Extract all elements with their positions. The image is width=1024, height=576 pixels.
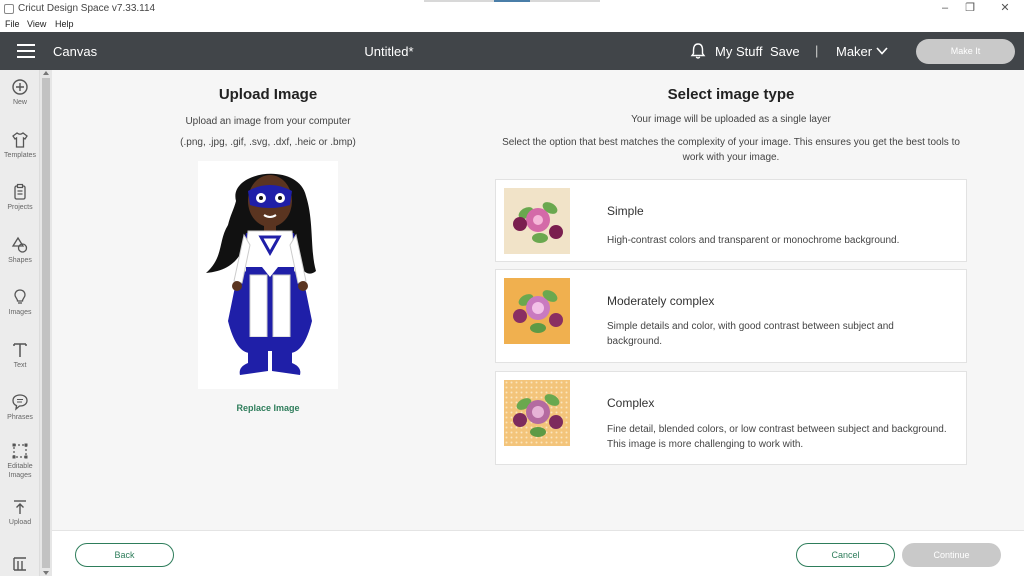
cancel-button[interactable]: Cancel bbox=[796, 543, 895, 567]
editable-images-icon bbox=[12, 443, 28, 459]
close-window-button[interactable]: ✕ bbox=[990, 1, 1020, 17]
option-simple-description: High-contrast colors and transparent or … bbox=[607, 235, 900, 246]
upload-formats: (.png, .jpg, .gif, .svg, .dxf, .heic or … bbox=[180, 137, 356, 148]
image-type-instructions: Select the option that best matches the … bbox=[502, 137, 960, 163]
sidebar-item-label: Shapes bbox=[8, 257, 32, 264]
menu-file[interactable]: File bbox=[5, 19, 20, 29]
text-icon bbox=[13, 343, 27, 357]
sidebar-item-upload[interactable]: Upload bbox=[0, 498, 40, 527]
single-layer-note: Your image will be uploaded as a single … bbox=[631, 114, 831, 125]
menu-view[interactable]: View bbox=[27, 19, 46, 29]
sidebar-item-templates[interactable]: Templates bbox=[0, 131, 40, 160]
option-moderately-complex-title: Moderately complex bbox=[607, 294, 715, 308]
sidebar-item-label: Phrases bbox=[7, 414, 33, 421]
make-it-button[interactable]: Make It bbox=[916, 39, 1015, 64]
clipboard-icon bbox=[14, 183, 26, 200]
my-stuff-link[interactable]: My Stuff bbox=[715, 44, 762, 59]
replace-image-link[interactable]: Replace Image bbox=[52, 403, 484, 413]
option-complex-description: Fine detail, blended colors, or low cont… bbox=[607, 424, 947, 450]
shapes-icon bbox=[11, 236, 28, 253]
upload-image-title: Upload Image bbox=[218, 86, 318, 103]
restore-button[interactable]: ❐ bbox=[955, 1, 985, 17]
sidebar-item-label: Projects bbox=[7, 204, 33, 211]
sidebar-item-new[interactable]: New bbox=[0, 78, 40, 107]
shirt-icon bbox=[12, 132, 28, 148]
scroll-down-icon[interactable] bbox=[43, 571, 49, 575]
select-image-type-title: Select image type bbox=[667, 86, 795, 103]
menu-bar: File View Help bbox=[0, 18, 1024, 32]
back-button[interactable]: Back bbox=[75, 543, 174, 567]
simple-flower-thumbnail bbox=[504, 188, 570, 254]
sidebar-item-phrases[interactable]: Phrases bbox=[0, 393, 40, 422]
upload-icon bbox=[14, 500, 26, 514]
sidebar-item-label: Upload bbox=[8, 519, 32, 526]
speech-bubble-icon bbox=[12, 394, 28, 411]
upload-description: Upload an image from your computer bbox=[185, 116, 351, 127]
option-moderately-complex-description: Simple details and color, with good cont… bbox=[607, 321, 894, 347]
sidebar-item-label: Text bbox=[13, 362, 27, 369]
superhero-girl-image bbox=[206, 173, 316, 375]
window-title: Cricut Design Space v7.33.114 bbox=[18, 3, 156, 14]
complex-flower-thumbnail bbox=[504, 380, 570, 446]
window-tab-strip bbox=[424, 0, 600, 2]
sidebar-scrollbar[interactable] bbox=[40, 70, 52, 576]
header-separator: | bbox=[815, 43, 819, 58]
bell-icon[interactable] bbox=[689, 42, 707, 60]
scrollbar-thumb[interactable] bbox=[42, 78, 50, 568]
lightbulb-icon bbox=[14, 289, 26, 304]
chevron-down-icon[interactable] bbox=[876, 46, 888, 56]
layers-icon[interactable] bbox=[11, 554, 29, 572]
option-simple-card[interactable]: Simple High-contrast colors and transpar… bbox=[495, 179, 967, 262]
scroll-up-icon[interactable] bbox=[43, 71, 49, 75]
sidebar-item-label: New bbox=[12, 99, 27, 106]
option-simple-title: Simple bbox=[607, 204, 644, 218]
sidebar-item-text[interactable]: Text bbox=[0, 341, 40, 370]
menu-help[interactable]: Help bbox=[55, 19, 74, 29]
uploaded-image-preview bbox=[198, 161, 338, 389]
save-button[interactable]: Save bbox=[770, 44, 800, 59]
plus-circle-icon bbox=[12, 79, 28, 95]
continue-button[interactable]: Continue bbox=[902, 543, 1001, 567]
option-complex-title: Complex bbox=[607, 396, 655, 410]
document-title: Untitled* bbox=[364, 44, 414, 59]
window-title-bar: Cricut Design Space v7.33.114 – ❐ ✕ bbox=[0, 0, 1024, 18]
left-toolbar: New Templates Projects Shapes Images Tex… bbox=[0, 70, 40, 576]
machine-selector[interactable]: Maker bbox=[836, 44, 872, 59]
dialog-footer: Back Cancel Continue bbox=[52, 530, 1024, 576]
sidebar-item-projects[interactable]: Projects bbox=[0, 183, 40, 212]
app-header: Canvas Untitled* My Stuff Save | Maker M… bbox=[0, 32, 1024, 70]
sidebar-item-images[interactable]: Images bbox=[0, 288, 40, 317]
moderately-complex-flower-thumbnail bbox=[504, 278, 570, 344]
app-icon bbox=[4, 4, 14, 14]
sidebar-item-shapes[interactable]: Shapes bbox=[0, 236, 40, 265]
sidebar-item-label: Images bbox=[8, 309, 32, 316]
sidebar-item-label: Editable Images bbox=[7, 463, 33, 479]
option-moderately-complex-card[interactable]: Moderately complex Simple details and co… bbox=[495, 269, 967, 363]
upload-dialog: Upload Image Upload an image from your c… bbox=[52, 70, 1024, 530]
sidebar-item-label: Templates bbox=[4, 152, 36, 159]
sidebar-item-editable-images[interactable]: Editable Images bbox=[0, 442, 40, 480]
option-complex-card[interactable]: Complex Fine detail, blended colors, or … bbox=[495, 371, 967, 465]
